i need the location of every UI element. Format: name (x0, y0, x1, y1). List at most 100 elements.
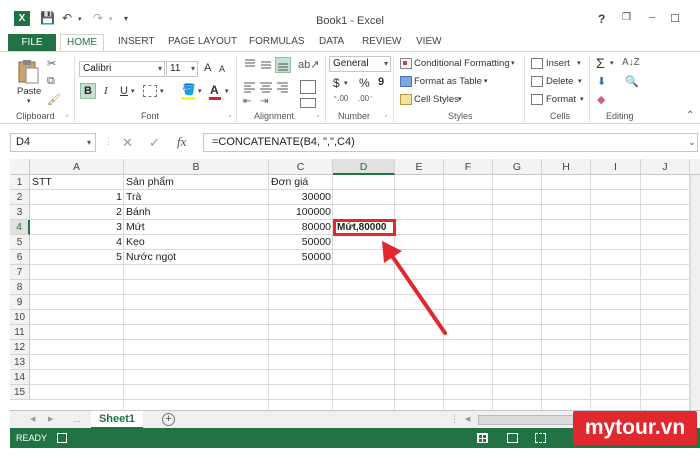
copy-icon[interactable]: ⧉ (47, 75, 55, 88)
currency-dropdown-icon[interactable]: ▾ (344, 79, 348, 87)
column-header-f[interactable]: F (444, 159, 493, 175)
conditional-formatting-icon[interactable] (400, 58, 412, 69)
tab-split-handle[interactable]: ⋮ (450, 414, 459, 425)
decrease-decimal-icon[interactable]: .00⁻ (358, 94, 373, 103)
cell-b3[interactable]: Bánh (124, 205, 269, 220)
alignment-launcher-icon[interactable]: ⌟ (316, 110, 319, 118)
sheet-overflow-button[interactable]: ... (73, 414, 81, 424)
row-header-1[interactable]: 1 (10, 175, 30, 190)
prev-sheet-button[interactable]: ◀ (30, 415, 35, 423)
font-name-combo[interactable]: Calibri ▾ (79, 61, 165, 77)
wrap-text-icon[interactable] (300, 80, 316, 94)
row-header-12[interactable]: 12 (10, 340, 30, 355)
collapse-ribbon-icon[interactable]: ⌃ (686, 110, 694, 121)
tab-view[interactable]: VIEW (416, 36, 442, 47)
formula-input[interactable]: =CONCATENATE(B4, ",",C4) (203, 133, 698, 152)
cell-b5[interactable]: Kẹo (124, 235, 269, 250)
comma-button[interactable]: 9 (378, 76, 384, 88)
page-break-view-icon[interactable] (535, 433, 546, 443)
row-header-2[interactable]: 2 (10, 190, 30, 205)
format-table-dropdown-icon[interactable]: ▾ (484, 77, 488, 85)
tab-home[interactable]: HOME (60, 34, 104, 52)
sort-filter-icon[interactable]: A↓Z (622, 57, 640, 68)
column-header-j[interactable]: J (641, 159, 690, 175)
column-header-g[interactable]: G (493, 159, 542, 175)
insert-cells-icon[interactable] (531, 58, 543, 69)
cell-a3[interactable]: 2 (30, 205, 124, 220)
cell-a4[interactable]: 3 (30, 220, 124, 235)
cell-styles-dropdown-icon[interactable]: ▾ (458, 95, 462, 103)
bold-button[interactable]: B (80, 83, 96, 99)
font-color-button[interactable]: A (210, 83, 219, 97)
row-header-4[interactable]: 4 (10, 220, 30, 235)
format-cells-button[interactable]: Format (546, 94, 576, 105)
row-header-10[interactable]: 10 (10, 310, 30, 325)
fill-dropdown-icon[interactable]: ▾ (198, 87, 202, 95)
cell-c6[interactable]: 50000 (269, 250, 333, 265)
tab-page-layout[interactable]: PAGE LAYOUT (168, 36, 237, 47)
vertical-scrollbar-top[interactable] (690, 159, 700, 175)
font-size-combo[interactable]: 11 ▾ (166, 61, 198, 77)
tab-formulas[interactable]: FORMULAS (249, 36, 305, 47)
maximize-button[interactable]: ☐ (670, 12, 680, 25)
next-sheet-button[interactable]: ▶ (48, 415, 53, 423)
cell-styles-button[interactable]: Cell Styles (414, 94, 459, 105)
tab-data[interactable]: DATA (319, 36, 344, 47)
conditional-formatting-button[interactable]: Conditional Formatting (414, 58, 510, 69)
column-header-a[interactable]: A (30, 159, 124, 175)
find-select-icon[interactable]: 🔍 (625, 75, 639, 88)
merge-center-icon[interactable] (300, 98, 316, 108)
column-header-c[interactable]: C (269, 159, 333, 175)
column-header-d[interactable]: D (333, 159, 395, 175)
format-cells-icon[interactable] (531, 94, 543, 105)
fill-icon[interactable]: ⬇ (597, 75, 606, 88)
paste-label[interactable]: Paste (17, 86, 41, 97)
number-format-combo[interactable]: General ▾ (329, 56, 391, 72)
row-header-13[interactable]: 13 (10, 355, 30, 370)
borders-icon[interactable] (143, 85, 157, 97)
expand-formula-icon[interactable]: ⌄ (688, 137, 696, 148)
shrink-font-button[interactable]: A (219, 64, 225, 74)
clear-icon[interactable]: ◆ (597, 93, 605, 106)
paste-icon[interactable] (17, 58, 39, 84)
minimize-button[interactable]: ─ (649, 12, 655, 22)
vertical-scrollbar[interactable] (690, 175, 700, 410)
row-header-15[interactable]: 15 (10, 385, 30, 400)
format-table-button[interactable]: Format as Table (414, 76, 482, 87)
underline-dropdown-icon[interactable]: ▾ (131, 87, 135, 95)
cell-styles-icon[interactable] (400, 94, 412, 105)
tab-insert[interactable]: INSERT (118, 36, 155, 47)
scroll-left-button[interactable]: ◀ (465, 415, 470, 423)
cut-icon[interactable]: ✂ (47, 57, 56, 70)
cell-a2[interactable]: 1 (30, 190, 124, 205)
currency-button[interactable]: $ (333, 76, 340, 90)
cell-c4[interactable]: 80000 (269, 220, 333, 235)
format-table-icon[interactable] (400, 76, 412, 87)
row-header-8[interactable]: 8 (10, 280, 30, 295)
align-center-icon[interactable] (259, 80, 273, 94)
cell-b6[interactable]: Nước ngọt (124, 250, 269, 265)
align-bottom-icon[interactable] (275, 57, 291, 73)
decrease-indent-icon[interactable]: ⇤ (243, 96, 251, 107)
increase-decimal-icon[interactable]: ⁺.00 (333, 94, 348, 103)
help-button[interactable]: ? (598, 12, 605, 26)
grow-font-button[interactable]: A (204, 62, 211, 74)
italic-button[interactable]: I (104, 85, 108, 97)
align-right-icon[interactable] (275, 80, 289, 94)
tab-file[interactable]: FILE (8, 34, 56, 51)
sheet-tab-sheet1[interactable]: Sheet1 (91, 411, 143, 429)
more-options-icon[interactable]: ⋮ (104, 136, 113, 147)
insert-dropdown-icon[interactable]: ▾ (577, 59, 581, 67)
cancel-formula-button[interactable]: ✕ (122, 135, 133, 151)
row-header-11[interactable]: 11 (10, 325, 30, 340)
enter-formula-button[interactable]: ✓ (149, 135, 160, 151)
macro-record-icon[interactable] (57, 433, 67, 443)
font-launcher-icon[interactable]: ⌟ (228, 110, 231, 118)
cell-a6[interactable]: 5 (30, 250, 124, 265)
fill-color-icon[interactable]: 🪣 (182, 83, 196, 96)
paste-dropdown-icon[interactable]: ▾ (27, 97, 31, 105)
row-header-5[interactable]: 5 (10, 235, 30, 250)
align-left-icon[interactable] (243, 80, 257, 94)
row-header-9[interactable]: 9 (10, 295, 30, 310)
orientation-icon[interactable]: ab↗ (298, 58, 319, 71)
